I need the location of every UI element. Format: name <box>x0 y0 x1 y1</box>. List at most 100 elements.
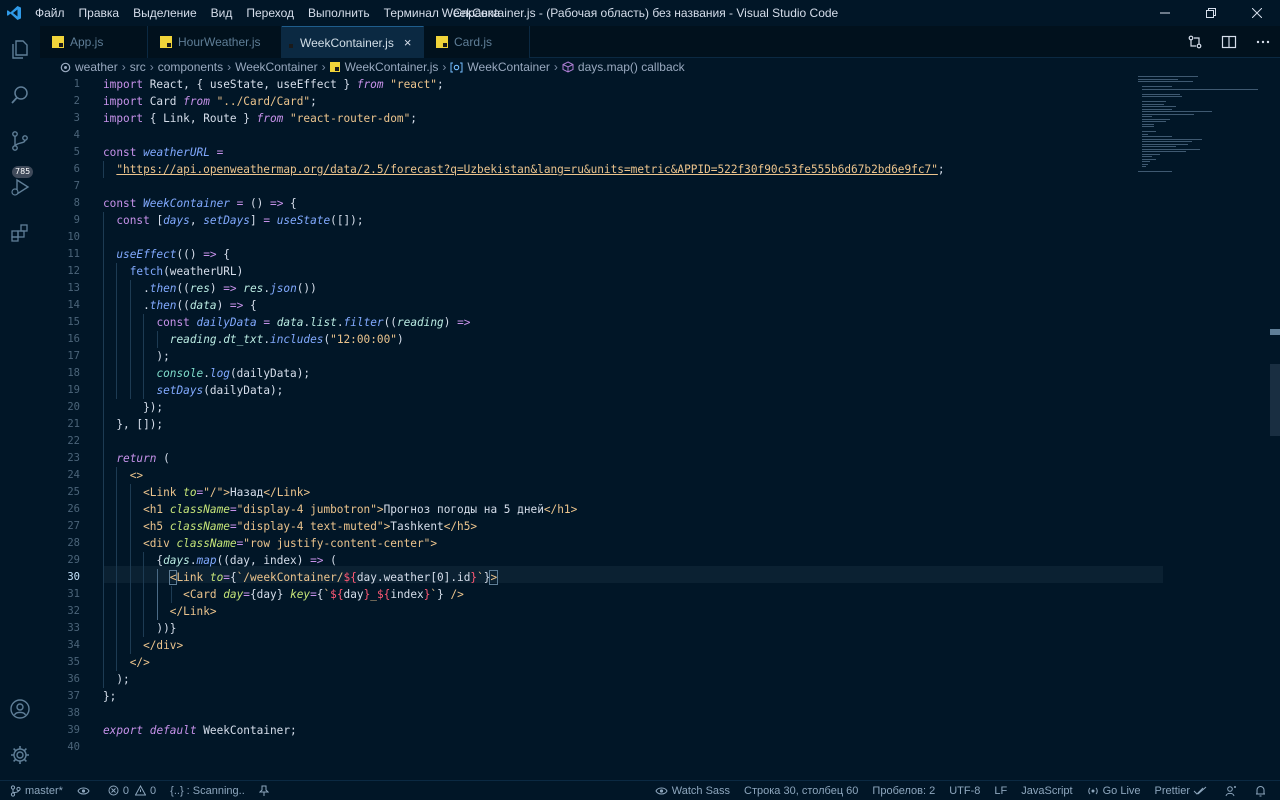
explorer-button[interactable] <box>0 26 40 72</box>
breadcrumb-item[interactable]: weather <box>60 60 118 74</box>
breadcrumb: weather › src › components › WeekContain… <box>40 58 1280 76</box>
title-bar: Файл Правка Выделение Вид Переход Выполн… <box>0 0 1280 26</box>
restore-button[interactable] <box>1188 0 1234 26</box>
line-number: 10 <box>67 231 80 243</box>
tab-card-js[interactable]: Card.js <box>424 26 530 58</box>
minimap-line <box>1142 88 1258 90</box>
code-line: const WeekContainer = () => { <box>103 197 297 210</box>
pin-icon <box>258 785 269 796</box>
breadcrumb-item[interactable]: WeekContainer <box>450 60 550 74</box>
code-line: ); <box>103 350 170 363</box>
scrollbar-thumb[interactable] <box>1270 364 1280 436</box>
live-share-button[interactable] <box>77 786 94 796</box>
line-number: 23 <box>67 452 80 464</box>
line-number: 39 <box>67 724 80 736</box>
scanning-status[interactable]: {..} : Scanning.. <box>170 785 245 797</box>
menu-edit[interactable]: Правка <box>72 0 127 26</box>
menu-selection[interactable]: Выделение <box>126 0 204 26</box>
encoding[interactable]: UTF-8 <box>949 785 980 797</box>
menu-terminal[interactable]: Терминал <box>377 0 446 26</box>
chevron-right-icon: › <box>321 60 326 74</box>
branch-indicator[interactable]: master* <box>10 785 63 797</box>
code-editor[interactable]: 1 2 3 4 5 6 7 8 9 10 11 12 13 14 15 16 17 18 19 20 21 22 23 24 2… <box>40 76 1280 780</box>
minimap-line <box>1142 103 1164 105</box>
code-line: <Link to="/">Назад</Link> <box>143 486 311 499</box>
code-line: const dailyData = data.list.filter((read… <box>156 316 471 329</box>
breadcrumb-item[interactable]: WeekContainer <box>235 60 318 74</box>
eye-icon <box>77 787 90 794</box>
minimap-line <box>1142 161 1150 162</box>
indentation[interactable]: Пробелов: 2 <box>872 785 935 797</box>
person-feedback-icon <box>1225 785 1236 796</box>
breadcrumb-item[interactable]: WeekContainer.js <box>329 60 438 74</box>
line-number: 18 <box>67 367 80 379</box>
open-changes-button[interactable] <box>1178 26 1212 58</box>
more-actions-button[interactable] <box>1246 26 1280 58</box>
code-line: <h5 className="display-4 text-muted">Tas… <box>143 520 478 533</box>
activity-bar: 785 <box>0 26 40 780</box>
line-number: 5 <box>73 146 80 158</box>
line-number: 7 <box>73 180 80 192</box>
manage-button[interactable] <box>0 732 40 778</box>
menu-help[interactable]: Справка <box>446 0 507 26</box>
method-symbol-icon <box>562 61 574 73</box>
broadcast-icon <box>1087 787 1098 794</box>
watch-sass-button[interactable]: Watch Sass <box>655 785 730 797</box>
extensions-button[interactable] <box>0 210 40 256</box>
problems-indicator[interactable]: 0 0 <box>108 785 156 797</box>
close-window-button[interactable] <box>1234 0 1280 26</box>
status-bar: master* 0 0 {..} : Scanning.. Watch Sass… <box>0 780 1280 800</box>
chevron-right-icon: › <box>149 60 154 74</box>
split-editor-button[interactable] <box>1212 26 1246 58</box>
tab-hourweather-js[interactable]: HourWeather.js <box>148 26 282 58</box>
minimap-line <box>1142 133 1148 135</box>
menu-run[interactable]: Выполнить <box>301 0 377 26</box>
chevron-right-icon: › <box>442 60 447 74</box>
menu-file[interactable]: Файл <box>28 0 72 26</box>
tab-label: App.js <box>70 35 104 49</box>
code-line: }; <box>103 690 117 703</box>
code-line: <> <box>129 469 144 482</box>
minimap-line <box>1142 136 1172 137</box>
line-number: 31 <box>67 588 80 600</box>
minimize-icon <box>1160 12 1170 14</box>
line-number: 32 <box>67 605 80 617</box>
language-mode[interactable]: JavaScript <box>1021 785 1072 797</box>
breadcrumb-item[interactable]: days.map() callback <box>562 60 685 74</box>
run-debug-button[interactable] <box>0 164 40 210</box>
minimize-button[interactable] <box>1142 0 1188 26</box>
menu-view[interactable]: Вид <box>204 0 240 26</box>
minimap-line <box>1142 131 1156 132</box>
end-of-line[interactable]: LF <box>994 785 1007 797</box>
search-button[interactable] <box>0 72 40 118</box>
search-icon <box>11 86 28 104</box>
line-number: 21 <box>67 418 80 430</box>
eye-icon <box>655 787 668 794</box>
menu-go[interactable]: Переход <box>239 0 301 26</box>
minimap[interactable] <box>1138 76 1258 176</box>
vertical-scrollbar[interactable] <box>1266 76 1280 780</box>
error-icon <box>108 785 119 796</box>
go-live-button[interactable]: Go Live <box>1087 785 1141 797</box>
accounts-button[interactable] <box>0 686 40 732</box>
code-line: </> <box>129 656 150 669</box>
feedback-button[interactable] <box>1225 785 1241 797</box>
line-number: 2 <box>73 95 80 107</box>
code-line: import React, { useState, useEffect } fr… <box>103 78 444 91</box>
breadcrumb-item[interactable]: components <box>158 60 223 74</box>
cursor-position[interactable]: Строка 30, столбец 60 <box>744 785 858 797</box>
minimap-line <box>1142 121 1166 122</box>
source-control-button[interactable] <box>0 118 40 164</box>
tab-app-js[interactable]: App.js <box>40 26 148 58</box>
tab-weekcontainer-js[interactable]: WeekContainer.js × <box>282 26 424 58</box>
notifications-button[interactable] <box>1255 785 1270 797</box>
split-editor-icon <box>1221 35 1237 49</box>
breadcrumb-item[interactable]: src <box>130 60 146 74</box>
code-line: const [days, setDays] = useState([]); <box>116 214 364 227</box>
ellipsis-icon <box>1256 40 1270 44</box>
debug-toggle[interactable] <box>258 785 273 797</box>
warning-icon <box>135 785 147 796</box>
line-number: 34 <box>67 639 80 651</box>
prettier-status[interactable]: Prettier <box>1155 785 1211 797</box>
close-tab-button[interactable]: × <box>404 35 412 50</box>
